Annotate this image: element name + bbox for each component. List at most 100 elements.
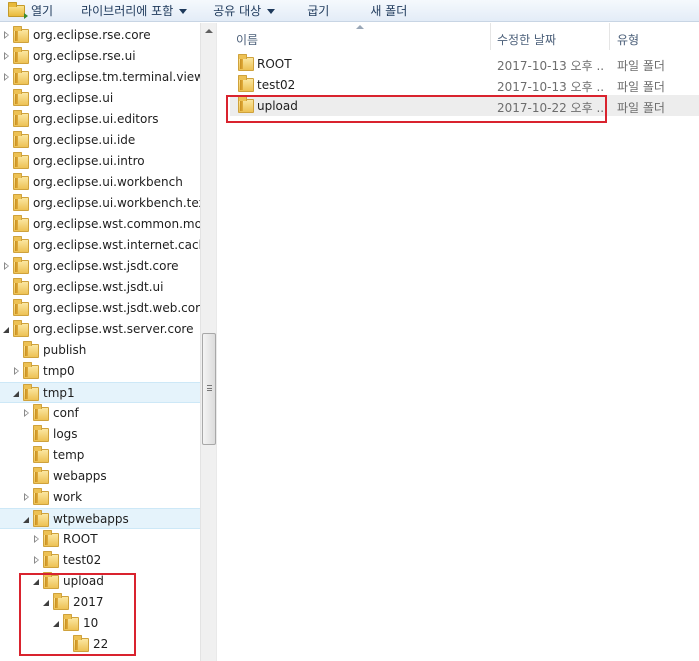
file-type: 파일 폴더 [617,59,665,73]
navigation-scrollbar[interactable] [200,23,217,661]
tree-item[interactable]: tmp1 [0,382,200,403]
column-header-type[interactable]: 유형 [617,31,639,48]
expand-triangle-icon[interactable] [33,556,41,565]
tree-item-label: org.eclipse.ui [33,91,114,105]
tree-item-label: org.eclipse.wst.jsdt.ui [33,280,164,294]
folder-icon [13,68,29,85]
tree-item-label: org.eclipse.ui.workbench [33,175,183,189]
folder-icon [23,341,39,358]
folder-icon [23,362,39,379]
column-divider[interactable] [609,23,610,50]
tree-item[interactable]: org.eclipse.ui.intro [0,151,200,172]
folder-icon [13,194,29,211]
tree-item-label: org.eclipse.wst.jsdt.web.core [33,301,200,315]
file-name: ROOT [257,57,292,71]
collapse-triangle-icon[interactable] [23,515,31,524]
scrollbar-thumb[interactable] [202,333,216,445]
new-folder-button[interactable]: 새 폴더 [370,0,407,22]
column-divider[interactable] [490,23,491,50]
tree-item-label: org.eclipse.ui.intro [33,154,145,168]
open-folder-icon [8,1,28,19]
tree-item-label: org.eclipse.wst.jsdt.core [33,259,179,273]
tree-item[interactable]: org.eclipse.wst.internet.cache [0,235,200,256]
file-row[interactable]: test02 2017-10-13 오후 ... 파일 폴더 [218,74,699,95]
collapse-triangle-icon[interactable] [13,389,21,398]
share-with-button[interactable]: 공유 대상 [213,0,276,22]
expand-triangle-icon[interactable] [3,73,11,82]
tree-item[interactable]: org.eclipse.wst.server.core [0,319,200,340]
folder-icon [33,467,49,484]
expand-triangle-icon[interactable] [3,31,11,40]
tree-item[interactable]: test02 [0,550,200,571]
tree-item[interactable]: org.eclipse.rse.ui [0,46,200,67]
tree-item[interactable]: work [0,487,200,508]
expand-triangle-icon[interactable] [3,262,11,271]
grip-icon [207,385,212,391]
burn-button[interactable]: 굽기 [307,0,329,22]
expand-triangle-icon[interactable] [23,409,31,418]
tree-item-label: conf [53,406,79,420]
tree-item[interactable]: org.eclipse.wst.jsdt.core [0,256,200,277]
column-header-name[interactable]: 이름 [236,31,258,48]
tree-item[interactable]: tmp0 [0,361,200,382]
tree-item[interactable]: 2017 [0,592,200,613]
file-list: 이름 수정한 날짜 유형 ROOT 2017-10-13 오후 ... 파일 폴더 t… [218,23,699,661]
file-modified-date: 2017-10-13 오후 ... [497,59,605,73]
tree-item[interactable]: 10 [0,613,200,634]
column-header-modified[interactable]: 수정한 날짜 [497,31,556,48]
new-folder-label: 새 폴더 [370,4,408,18]
expand-triangle-icon[interactable] [33,535,41,544]
folder-icon [238,96,254,113]
tree-item[interactable]: logs [0,424,200,445]
tree-item[interactable]: org.eclipse.ui [0,88,200,109]
tree-item-label: tmp0 [43,364,75,378]
tree-item[interactable]: webapps [0,466,200,487]
pane-splitter[interactable] [216,23,217,661]
folder-icon [13,299,29,316]
tree-item-label: org.eclipse.ui.workbench.texted [33,196,200,210]
tree-item[interactable]: org.eclipse.rse.core [0,25,200,46]
file-row[interactable]: upload 2017-10-22 오후 ... 파일 폴더 [218,95,699,116]
tree-item[interactable]: 22 [0,634,200,655]
folder-icon [63,614,79,631]
tree-item-label: 2017 [73,595,104,609]
folder-icon [13,320,29,337]
collapse-triangle-icon[interactable] [53,619,61,628]
tree-item[interactable]: org.eclipse.ui.workbench.texted [0,193,200,214]
tree-item[interactable]: org.eclipse.ui.editors [0,109,200,130]
tree-item[interactable]: org.eclipse.wst.common.modu [0,214,200,235]
tree-item-label: org.eclipse.wst.internet.cache [33,238,200,252]
tree-item[interactable]: org.eclipse.tm.terminal.view.ui [0,67,200,88]
share-with-label: 공유 대상 [213,4,262,18]
file-row[interactable]: ROOT 2017-10-13 오후 ... 파일 폴더 [218,53,699,74]
tree-item[interactable]: ROOT [0,529,200,550]
tree-item[interactable]: org.eclipse.wst.jsdt.ui [0,277,200,298]
tree-item[interactable]: org.eclipse.wst.jsdt.web.core [0,298,200,319]
expand-triangle-icon[interactable] [3,52,11,61]
collapse-triangle-icon[interactable] [43,598,51,607]
tree-item-label: ROOT [63,532,98,546]
collapse-triangle-icon[interactable] [3,325,11,334]
file-modified-date: 2017-10-13 오후 ... [497,80,605,94]
tree-item[interactable]: conf [0,403,200,424]
tree-item-label: org.eclipse.wst.server.core [33,322,194,336]
tree-item-label: test02 [63,553,102,567]
tree-item-label: 22 [93,637,109,651]
tree-item[interactable]: org.eclipse.ui.workbench [0,172,200,193]
tree-item[interactable]: temp [0,445,200,466]
folder-icon [43,551,59,568]
expand-triangle-icon[interactable] [23,493,31,502]
folder-icon [33,488,49,505]
expand-triangle-icon[interactable] [13,367,21,376]
tree-item[interactable]: upload [0,571,200,592]
include-in-library-button[interactable]: 라이브러리에 포함 [81,0,188,22]
chevron-down-icon [267,8,276,14]
open-button[interactable]: 열기 [8,0,53,22]
folder-icon [33,446,49,463]
tree-item[interactable]: publish [0,340,200,361]
folder-icon [73,635,89,652]
tree-item[interactable]: wtpwebapps [0,508,200,529]
tree-item[interactable]: org.eclipse.ui.ide [0,130,200,151]
tree-item-label: wtpwebapps [53,512,129,526]
collapse-triangle-icon[interactable] [33,577,41,586]
